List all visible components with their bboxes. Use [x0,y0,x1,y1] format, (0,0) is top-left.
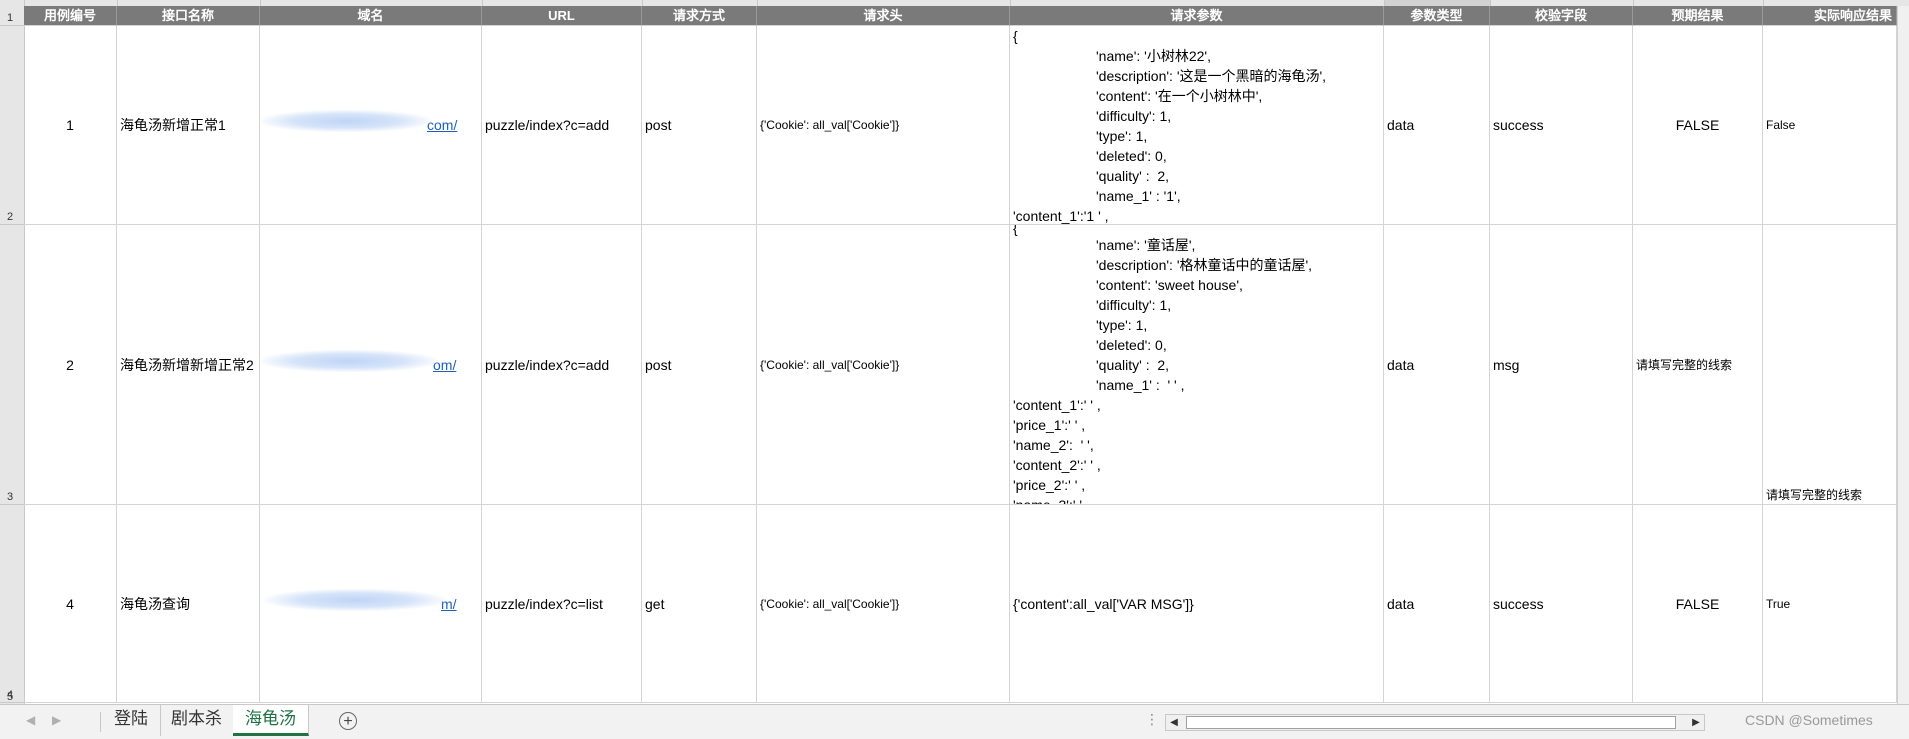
next-sheet-arrow-icon[interactable]: ▶ [52,713,61,727]
actual-result-cell[interactable]: True [1763,505,1897,703]
api-name-cell[interactable]: 海龟汤新增新增正常2 [117,225,260,505]
tab-divider [100,712,101,732]
request-params-cell[interactable]: { 'name': '小树林22', 'description': '这是一个黑… [1010,26,1384,225]
scroll-right-icon[interactable]: ▶ [1688,715,1704,730]
url-cell[interactable]: puzzle/index?c=add [482,26,642,225]
header-cell[interactable]: 请求方式 [642,6,757,26]
request-params-cell[interactable]: {'content':all_val['VAR MSG']} [1010,505,1384,703]
row-header[interactable]: 1 [0,6,24,26]
request-header-cell[interactable]: {'Cookie': all_val['Cookie']} [757,26,1010,225]
param-type-cell[interactable]: data [1384,26,1490,225]
vertical-scrollbar[interactable] [1897,6,1909,704]
actual-result-cell[interactable]: False [1763,26,1897,225]
row-header[interactable]: 2 [0,26,24,225]
add-sheet-plus-icon[interactable]: + [339,712,357,730]
check-field-cell[interactable]: success [1490,505,1633,703]
tab-murder-mystery[interactable]: 剧本杀 [159,705,235,736]
row-header-column: 1 2 3 4 5 [0,6,25,704]
sheet-tab-bar: ◀ ▶ 登陆 剧本杀 海龟汤 + ⋮ ◀ ▶ [0,704,1909,739]
check-field-cell[interactable]: msg [1490,225,1633,505]
request-header-cell[interactable]: {'Cookie': all_val['Cookie']} [757,505,1010,703]
param-type-cell[interactable]: data [1384,505,1490,703]
scroll-left-icon[interactable]: ◀ [1166,715,1182,730]
header-cell[interactable]: 请求参数 [1010,6,1384,26]
header-cell[interactable]: 请求头 [757,6,1010,26]
horizontal-scrollbar[interactable]: ◀ ▶ [1165,714,1705,731]
url-cell[interactable]: puzzle/index?c=list [482,505,642,703]
domain-cell[interactable]: om/ [260,225,482,505]
case-id-cell[interactable]: 1 [24,26,117,225]
method-cell[interactable]: post [642,225,757,505]
header-cell[interactable]: 实际响应结果 [1763,6,1897,26]
param-type-cell[interactable]: data [1384,225,1490,505]
domain-cell[interactable]: m/ [260,505,482,703]
request-params-cell[interactable]: { 'name': '童话屋', 'description': '格林童话中的童… [1010,225,1384,505]
case-id-cell[interactable]: 4 [24,505,117,703]
tab-turtle-soup[interactable]: 海龟汤 [233,705,309,736]
method-cell[interactable]: post [642,26,757,225]
row-header[interactable]: 3 [0,225,24,505]
domain-link[interactable]: m/ [265,588,457,612]
domain-link[interactable]: com/ [261,110,457,133]
check-field-cell[interactable]: success [1490,26,1633,225]
header-cell[interactable]: 预期结果 [1633,6,1763,26]
header-cell[interactable]: 用例编号 [24,6,117,26]
domain-link[interactable]: om/ [261,349,456,373]
redacted-blur [261,349,437,372]
case-id-cell[interactable]: 2 [24,225,117,505]
actual-result-cell[interactable]: 请填写完整的线索 [1763,225,1897,505]
expected-result-cell[interactable]: 请填写完整的线索 [1633,225,1763,505]
watermark-text: CSDN @Sometimes [1745,712,1873,728]
row-header[interactable]: 4 [0,505,24,703]
request-header-cell[interactable]: {'Cookie': all_val['Cookie']} [757,225,1010,505]
tab-login[interactable]: 登陆 [102,705,161,736]
header-cell[interactable]: 接口名称 [117,6,260,26]
domain-cell[interactable]: com/ [260,26,482,225]
scrollbar-thumb[interactable] [1186,716,1676,729]
redacted-blur [261,110,431,132]
expected-result-cell[interactable]: FALSE [1633,505,1763,703]
api-name-cell[interactable]: 海龟汤查询 [117,505,260,703]
header-cell[interactable]: 域名 [260,6,482,26]
method-cell[interactable]: get [642,505,757,703]
url-cell[interactable]: puzzle/index?c=add [482,225,642,505]
header-cell[interactable]: 参数类型 [1384,6,1490,26]
redacted-blur [265,588,445,611]
header-cell[interactable]: URL [482,6,642,26]
prev-sheet-arrow-icon[interactable]: ◀ [26,713,35,727]
expected-result-cell[interactable]: FALSE [1633,26,1763,225]
splitter-dots-icon[interactable]: ⋮ [1145,711,1159,728]
api-name-cell[interactable]: 海龟汤新增正常1 [117,26,260,225]
header-cell[interactable]: 校验字段 [1490,6,1633,26]
